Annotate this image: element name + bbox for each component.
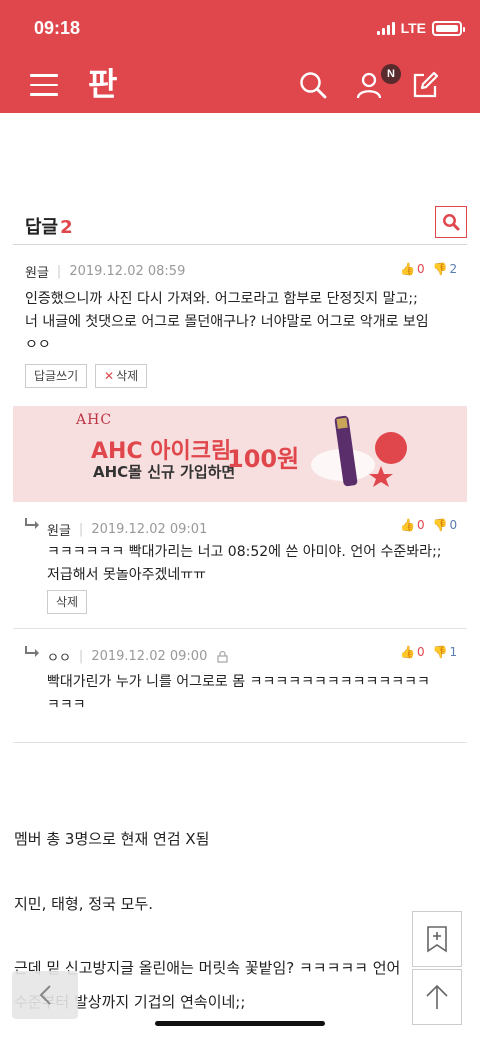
ad-price: 100원: [227, 445, 300, 473]
reply-line: ㅋㅋㅋ: [47, 697, 86, 713]
replies-count: 2: [60, 217, 73, 238]
article-paragraph: 멤버 총 3명으로 현재 연검 X됨: [14, 830, 210, 848]
delete-label: 삭제: [116, 369, 139, 383]
thumbs-down-icon[interactable]: 👎: [433, 262, 448, 276]
comment-votes: 👍 0 👎 2: [400, 262, 457, 276]
comment-date: 2019.12.02 08:59: [69, 264, 186, 279]
article-paragraph: 지민, 태형, 정국 모두.: [14, 895, 154, 913]
thumbs-down-icon[interactable]: 👎: [433, 645, 448, 659]
reply-arrow-icon: [24, 516, 40, 535]
reply-button[interactable]: 답글쓰기: [25, 364, 88, 388]
scroll-top-button[interactable]: [412, 969, 462, 1025]
ad-brand: AHC: [76, 412, 113, 428]
nav-bar: 판: [0, 60, 480, 110]
reply-author: ㅇㅇ: [47, 651, 71, 666]
separator: |: [56, 264, 62, 279]
reply-search-button[interactable]: [435, 206, 467, 238]
ad-subtext: AHC몰 신규 가입하면: [93, 463, 236, 481]
app-header: 09:18 LTE 판 N: [0, 0, 480, 113]
comment-line: ㅇㅇ: [25, 337, 51, 353]
app-logo[interactable]: 판: [88, 64, 117, 104]
delete-button[interactable]: 삭제: [47, 590, 88, 614]
battery-icon: [432, 20, 465, 36]
chevron-left-icon: [39, 985, 51, 1005]
signal-icon: [376, 21, 395, 35]
write-icon[interactable]: [410, 70, 440, 100]
reply-date: 2019.12.02 09:01: [91, 522, 208, 537]
reply-author: 원글: [47, 524, 71, 539]
network-label: LTE: [400, 20, 426, 36]
reply-line: ㅋㅋㅋㅋㅋㅋ 빡대가리는 너고 08:52에 쓴 아미야. 언어 수준봐라;;: [47, 544, 442, 560]
bookmark-add-icon: [427, 926, 447, 953]
reply-body: ㅋㅋㅋㅋㅋㅋ 빡대가리는 너고 08:52에 쓴 아미야. 언어 수준봐라;; …: [47, 541, 467, 587]
close-icon: ✕: [104, 369, 115, 383]
status-indicators: LTE: [376, 20, 465, 36]
search-icon: [443, 214, 460, 231]
replies-label: 답글: [25, 217, 59, 238]
thumbs-up-icon[interactable]: 👍: [400, 645, 415, 659]
reply-date: 2019.12.02 09:00: [91, 649, 208, 664]
divider: [13, 742, 467, 743]
bookmark-button[interactable]: [412, 911, 462, 967]
reply-line: 저급해서 못놀아주겠네ㅠㅠ: [47, 567, 207, 583]
comment-author: 원글: [25, 266, 49, 281]
upvote-count: 0: [416, 518, 425, 532]
reply-arrow-icon: [24, 644, 40, 663]
back-button[interactable]: [12, 971, 78, 1019]
ad-banner[interactable]: AHC AHC 아이크림 AHC몰 신규 가입하면 100원: [13, 406, 467, 502]
downvote-count: 1: [449, 645, 458, 659]
upvote-count: 0: [416, 645, 425, 659]
divider: [13, 628, 467, 629]
lock-icon: [217, 650, 228, 663]
replies-header: 답글 2: [25, 213, 73, 239]
reply-meta: 원글 | 2019.12.02 09:01: [47, 520, 207, 539]
comment-meta: 원글 | 2019.12.02 08:59: [25, 262, 185, 281]
comment-body: 인증했으니까 사진 다시 가져와. 어그로라고 함부로 단정짓지 말고;; 너 …: [25, 288, 465, 357]
menu-icon[interactable]: [30, 74, 58, 96]
separator: |: [78, 522, 84, 537]
reply-votes: 👍 0 👎 1: [400, 645, 457, 659]
downvote-count: 0: [449, 518, 458, 532]
reply-votes: 👍 0 👎 0: [400, 518, 457, 532]
downvote-count: 2: [449, 262, 458, 276]
comment-line: 너 내글에 첫댓으로 어그로 몰던애구나? 너야말로 어그로 악개로 보임: [25, 314, 429, 330]
reply-body: 빡대가린가 누가 니를 어그로로 몸 ㅋㅋㅋㅋㅋㅋㅋㅋㅋㅋㅋㅋㅋㅋ ㅋㅋㅋ: [47, 671, 467, 717]
separator: |: [78, 649, 84, 664]
status-time: 09:18: [34, 18, 81, 38]
upvote-count: 0: [416, 262, 425, 276]
notification-badge: N: [381, 64, 401, 84]
reply-line: 빡대가린가 누가 니를 어그로로 몸 ㅋㅋㅋㅋㅋㅋㅋㅋㅋㅋㅋㅋㅋㅋ: [47, 674, 430, 690]
arrow-up-icon: [426, 984, 448, 1009]
thumbs-up-icon[interactable]: 👍: [400, 518, 415, 532]
home-indicator: [155, 1021, 325, 1026]
delete-button[interactable]: ✕ 삭제: [95, 364, 148, 388]
divider: [13, 244, 467, 245]
product-image: [311, 415, 407, 487]
search-icon[interactable]: [298, 70, 328, 100]
thumbs-up-icon[interactable]: 👍: [400, 262, 415, 276]
thumbs-down-icon[interactable]: 👎: [433, 518, 448, 532]
reply-meta: ㅇㅇ | 2019.12.02 09:00: [47, 647, 228, 666]
comment-line: 인증했으니까 사진 다시 가져와. 어그로라고 함부로 단정짓지 말고;;: [25, 291, 418, 307]
